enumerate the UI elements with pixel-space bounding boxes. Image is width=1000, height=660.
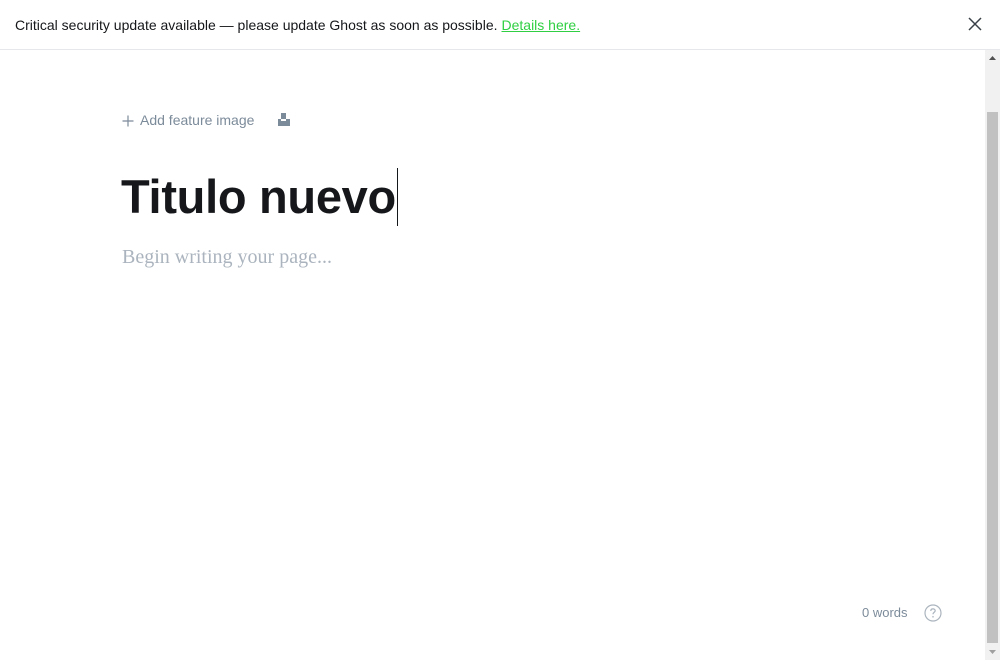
post-title-input[interactable]: Titulo nuevo <box>121 168 399 226</box>
alert-message: Critical security update available — ple… <box>15 16 498 33</box>
add-feature-image-button[interactable]: Add feature image <box>122 112 254 128</box>
plus-icon <box>122 114 134 127</box>
vertical-scrollbar[interactable] <box>985 50 1000 660</box>
scrollbar-thumb[interactable] <box>987 112 998 643</box>
post-body-editor[interactable]: Begin writing your page... <box>122 246 332 269</box>
close-icon[interactable] <box>966 15 984 33</box>
security-alert-bar: Critical security update available — ple… <box>0 0 1000 50</box>
feature-image-row: Add feature image <box>122 112 292 128</box>
scroll-down-arrow-icon[interactable] <box>985 643 1000 660</box>
scroll-up-arrow-icon[interactable] <box>985 50 1000 67</box>
word-count: 0 words <box>862 605 908 620</box>
snippet-icon[interactable] <box>276 112 292 128</box>
post-title-text: Titulo nuevo <box>121 170 396 223</box>
help-icon[interactable] <box>924 604 942 622</box>
text-caret <box>396 168 399 226</box>
add-feature-image-label: Add feature image <box>140 112 255 128</box>
alert-details-link[interactable]: Details here. <box>502 17 581 33</box>
editor-canvas: Add feature image Titulo nuevo Begin wri… <box>0 50 985 660</box>
